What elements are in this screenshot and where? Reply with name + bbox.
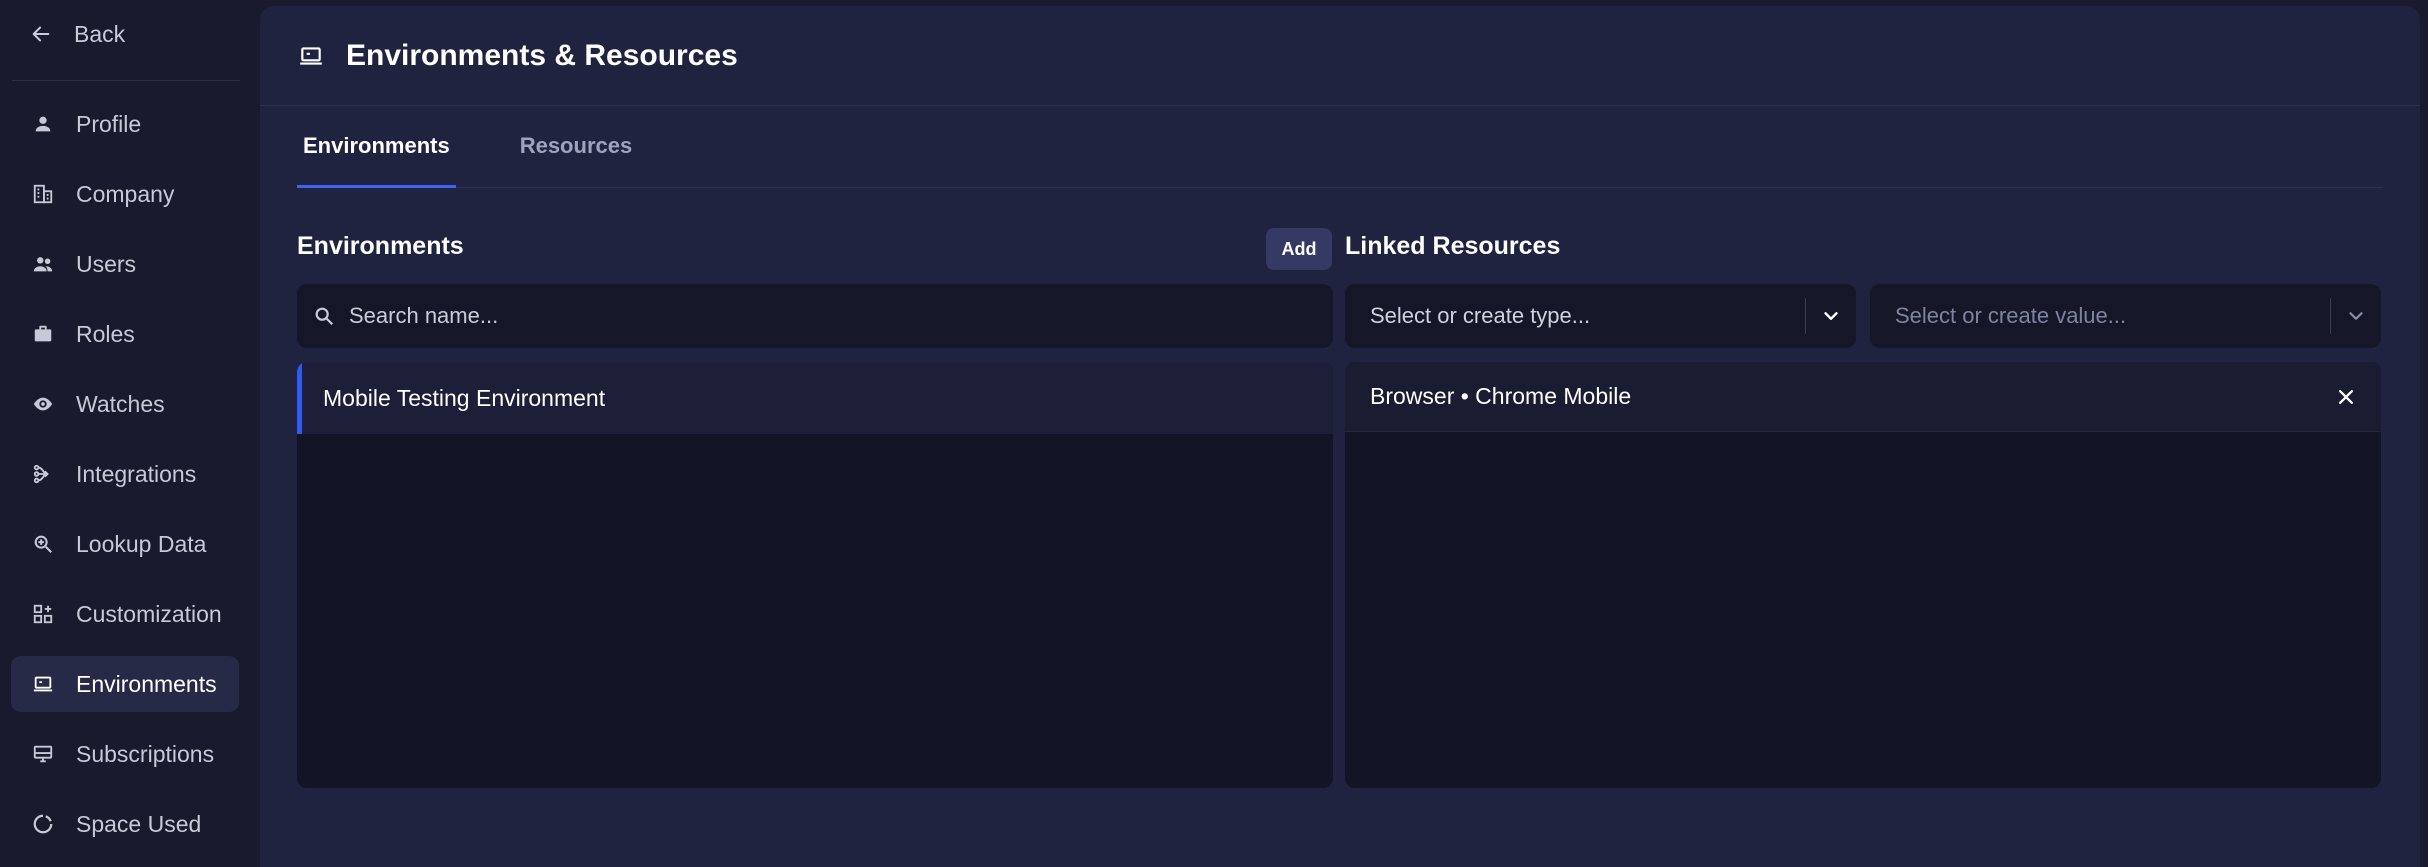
resource-value-select[interactable]: Select or create value...	[1870, 284, 2381, 348]
sidebar-item-space-used[interactable]: Space Used	[11, 796, 239, 852]
environment-list: Mobile Testing Environment	[297, 362, 1333, 788]
tab-environments[interactable]: Environments	[297, 105, 456, 188]
sidebar-item-company[interactable]: Company	[11, 166, 239, 222]
arrow-left-icon	[32, 26, 50, 42]
tab-resources[interactable]: Resources	[514, 105, 639, 187]
sidebar-item-label: Company	[76, 180, 175, 207]
sidebar-item-customization[interactable]: Customization	[11, 586, 239, 642]
sidebar-item-roles[interactable]: Roles	[11, 306, 239, 362]
sidebar-item-label: Space Used	[76, 810, 202, 837]
integration-icon	[33, 464, 49, 484]
building-icon	[33, 184, 53, 204]
main-panel: Environments & Resources Environments Re…	[260, 6, 2420, 867]
sidebar-item-environments[interactable]: Environments	[11, 656, 239, 712]
search-input[interactable]	[349, 303, 1309, 329]
search-zoom-icon	[34, 535, 52, 553]
page-title: Environments & Resources	[346, 38, 738, 72]
remove-resource-button[interactable]	[2331, 382, 2361, 412]
close-icon	[2339, 389, 2353, 404]
sidebar-item-label: Subscriptions	[76, 740, 215, 767]
linked-resources-list: Browser • Chrome Mobile	[1345, 362, 2381, 788]
users-icon	[33, 257, 53, 272]
sidebar-item-lookup-data[interactable]: Lookup Data	[11, 516, 239, 572]
monitor-icon	[33, 745, 53, 763]
widgets-icon	[33, 604, 53, 624]
sidebar-item-label: Watches	[76, 390, 165, 417]
donut-icon	[33, 814, 53, 834]
sidebar-nav: Profile Company Users Roles Watches Inte…	[11, 96, 239, 866]
sidebar-item-watches[interactable]: Watches	[11, 376, 239, 432]
environments-title: Environments	[297, 232, 464, 260]
sidebar-item-users[interactable]: Users	[11, 236, 239, 292]
resource-type-select[interactable]: Select or create type...	[1345, 284, 1856, 348]
briefcase-icon	[34, 325, 52, 342]
chevron-down-icon	[2349, 312, 2363, 320]
sidebar-item-label: Profile	[76, 110, 142, 137]
eye-icon	[33, 397, 53, 411]
back-label: Back	[74, 20, 126, 47]
tab-bar: Environments Resources	[297, 106, 2382, 188]
sidebar-item-profile[interactable]: Profile	[11, 96, 239, 152]
laptop-icon	[33, 676, 53, 692]
back-button[interactable]: Back	[30, 16, 125, 52]
resource-value-placeholder: Select or create value...	[1895, 303, 2127, 328]
sidebar-item-label: Users	[76, 250, 137, 277]
sidebar: Back Profile Company Users Roles Watches…	[0, 0, 258, 867]
sidebar-divider	[12, 80, 240, 81]
list-item: Browser • Chrome Mobile	[1345, 362, 2381, 432]
chevron-down-icon	[1824, 312, 1838, 320]
sidebar-item-label: Integrations	[76, 460, 197, 487]
person-icon	[35, 116, 51, 132]
linked-resources-title: Linked Resources	[1345, 232, 1561, 260]
list-item[interactable]: Mobile Testing Environment	[297, 362, 1333, 434]
sidebar-item-label: Environments	[76, 670, 217, 697]
resource-label: Browser • Chrome Mobile	[1370, 383, 1632, 409]
resource-type-placeholder: Select or create type...	[1370, 303, 1591, 328]
sidebar-item-label: Roles	[76, 320, 135, 347]
resource-type-dropdown-toggle[interactable]	[1806, 305, 1856, 327]
sidebar-item-label: Lookup Data	[76, 530, 207, 557]
resource-value-dropdown-toggle[interactable]	[2331, 305, 2381, 327]
search-box	[297, 284, 1333, 348]
search-icon	[315, 307, 334, 326]
sidebar-item-subscriptions[interactable]: Subscriptions	[11, 726, 239, 782]
laptop-icon	[300, 46, 322, 65]
sidebar-item-integrations[interactable]: Integrations	[11, 446, 239, 502]
sidebar-item-label: Customization	[76, 600, 222, 627]
page-header: Environments & Resources	[260, 6, 2420, 106]
add-environment-button[interactable]: Add	[1266, 228, 1332, 270]
